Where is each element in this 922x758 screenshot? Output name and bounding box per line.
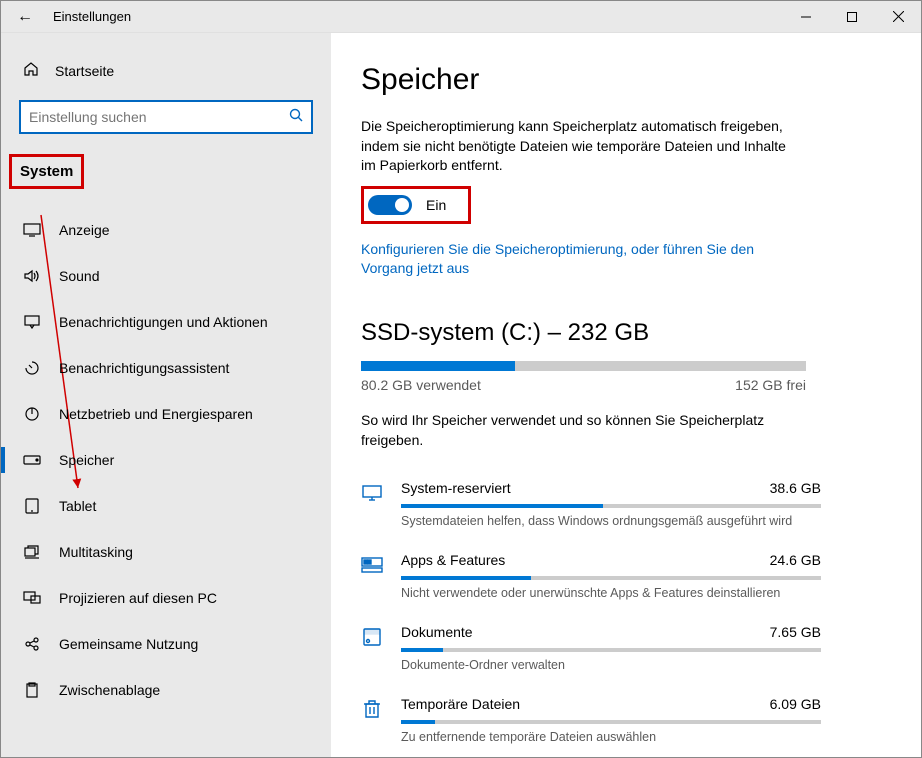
storage-category-row[interactable]: Dokumente 7.65 GB Dokumente-Ordner verwalt… [361, 614, 821, 686]
home-icon [23, 61, 39, 80]
configure-storage-sense-link[interactable]: Konfigurieren Sie die Speicheroptimierun… [361, 240, 801, 279]
sidebar-item-label: Sound [59, 268, 99, 284]
category-sub: Dokumente-Ordner verwalten [401, 658, 821, 672]
category-bar [401, 576, 821, 580]
category-name: Apps & Features [401, 552, 505, 568]
category-size: 24.6 GB [770, 552, 821, 568]
maximize-button[interactable] [829, 1, 875, 33]
sidebar-item-speicher[interactable]: Speicher [1, 437, 331, 483]
category-icon [361, 554, 383, 576]
sidebar-item-anzeige[interactable]: Anzeige [1, 207, 331, 253]
sidebar-item-projizieren[interactable]: Projizieren auf diesen PC [1, 575, 331, 621]
sidebar-item-tablet[interactable]: Tablet [1, 483, 331, 529]
sidebar-item-sound[interactable]: Sound [1, 253, 331, 299]
category-sub: Systemdateien helfen, dass Windows ordnu… [401, 514, 821, 528]
sidebar-item-label: Speicher [59, 452, 114, 468]
sidebar-home-label: Startseite [55, 63, 114, 79]
sidebar-item-multitasking[interactable]: Multitasking [1, 529, 331, 575]
projizieren-icon [23, 589, 41, 607]
storage-category-row[interactable]: Apps & Features 24.6 GB Nicht verwendete o… [361, 542, 821, 614]
category-bar [401, 504, 821, 508]
multitasking-icon [23, 543, 41, 561]
sound-icon [23, 267, 41, 285]
close-button[interactable] [875, 1, 921, 33]
sidebar-home[interactable]: Startseite [1, 51, 331, 90]
category-name: System-reserviert [401, 480, 511, 496]
drive-usage-bar [361, 361, 806, 371]
sidebar-item-gemeinsam[interactable]: Gemeinsame Nutzung [1, 621, 331, 667]
speicher-icon [23, 451, 41, 469]
search-field[interactable] [29, 109, 289, 125]
storage-sense-toggle-row: Ein [361, 186, 471, 224]
minimize-button[interactable] [783, 1, 829, 33]
sidebar-item-label: Benachrichtigungen und Aktionen [59, 314, 268, 330]
category-name: Temporäre Dateien [401, 696, 520, 712]
drive-title: SSD-system (C:) – 232 GB [361, 319, 887, 347]
benachrichtigungen-icon [23, 313, 41, 331]
storage-category-row[interactable]: Temporäre Dateien 6.09 GB Zu entfernende t… [361, 686, 821, 757]
storage-category-row[interactable]: System-reserviert 38.6 GB Systemdateien he… [361, 470, 821, 542]
category-bar [401, 648, 821, 652]
category-bar [401, 720, 821, 724]
anzeige-icon [23, 221, 41, 239]
window-title: Einstellungen [49, 9, 131, 24]
category-icon [361, 698, 383, 720]
drive-note: So wird Ihr Speicher verwendet und so kö… [361, 411, 801, 450]
storage-sense-description: Die Speicheroptimierung kann Speicherpla… [361, 117, 801, 176]
sidebar-item-label: Projizieren auf diesen PC [59, 590, 217, 606]
search-input[interactable] [19, 100, 313, 134]
sidebar-item-assistent[interactable]: Benachrichtigungsassistent [1, 345, 331, 391]
toggle-label: Ein [426, 197, 446, 213]
zwischenablage-icon [23, 681, 41, 699]
drive-free-label: 152 GB frei [735, 377, 806, 393]
tablet-icon [23, 497, 41, 515]
sidebar-category: System [9, 154, 84, 189]
sidebar: Startseite System Anzeige Sound Benachrich… [1, 33, 331, 757]
assistent-icon [23, 359, 41, 377]
storage-sense-toggle[interactable] [368, 195, 412, 215]
sidebar-item-label: Zwischenablage [59, 682, 160, 698]
sidebar-item-netz[interactable]: Netzbetrieb und Energiesparen [1, 391, 331, 437]
category-sub: Zu entfernende temporäre Dateien auswähl… [401, 730, 821, 744]
category-icon [361, 626, 383, 648]
page-title: Speicher [361, 63, 887, 97]
content-area: Speicher Die Speicheroptimierung kann Sp… [331, 33, 921, 757]
back-button[interactable]: ← [1, 8, 49, 26]
category-icon [361, 482, 383, 504]
sidebar-item-label: Netzbetrieb und Energiesparen [59, 406, 253, 422]
sidebar-item-label: Tablet [59, 498, 96, 514]
sidebar-item-zwischenablage[interactable]: Zwischenablage [1, 667, 331, 713]
drive-used-label: 80.2 GB verwendet [361, 377, 481, 393]
search-icon [289, 108, 303, 126]
sidebar-item-label: Gemeinsame Nutzung [59, 636, 198, 652]
sidebar-item-label: Benachrichtigungsassistent [59, 360, 229, 376]
sidebar-item-benachrichtigungen[interactable]: Benachrichtigungen und Aktionen [1, 299, 331, 345]
netz-icon [23, 405, 41, 423]
gemeinsam-icon [23, 635, 41, 653]
drive-meta: 80.2 GB verwendet 152 GB frei [361, 377, 806, 393]
category-size: 38.6 GB [770, 480, 821, 496]
category-sub: Nicht verwendete oder unerwünschte Apps … [401, 586, 821, 600]
sidebar-item-label: Anzeige [59, 222, 110, 238]
category-name: Dokumente [401, 624, 473, 640]
titlebar: ← Einstellungen [1, 1, 921, 33]
sidebar-item-label: Multitasking [59, 544, 133, 560]
category-size: 7.65 GB [770, 624, 821, 640]
category-size: 6.09 GB [770, 696, 821, 712]
